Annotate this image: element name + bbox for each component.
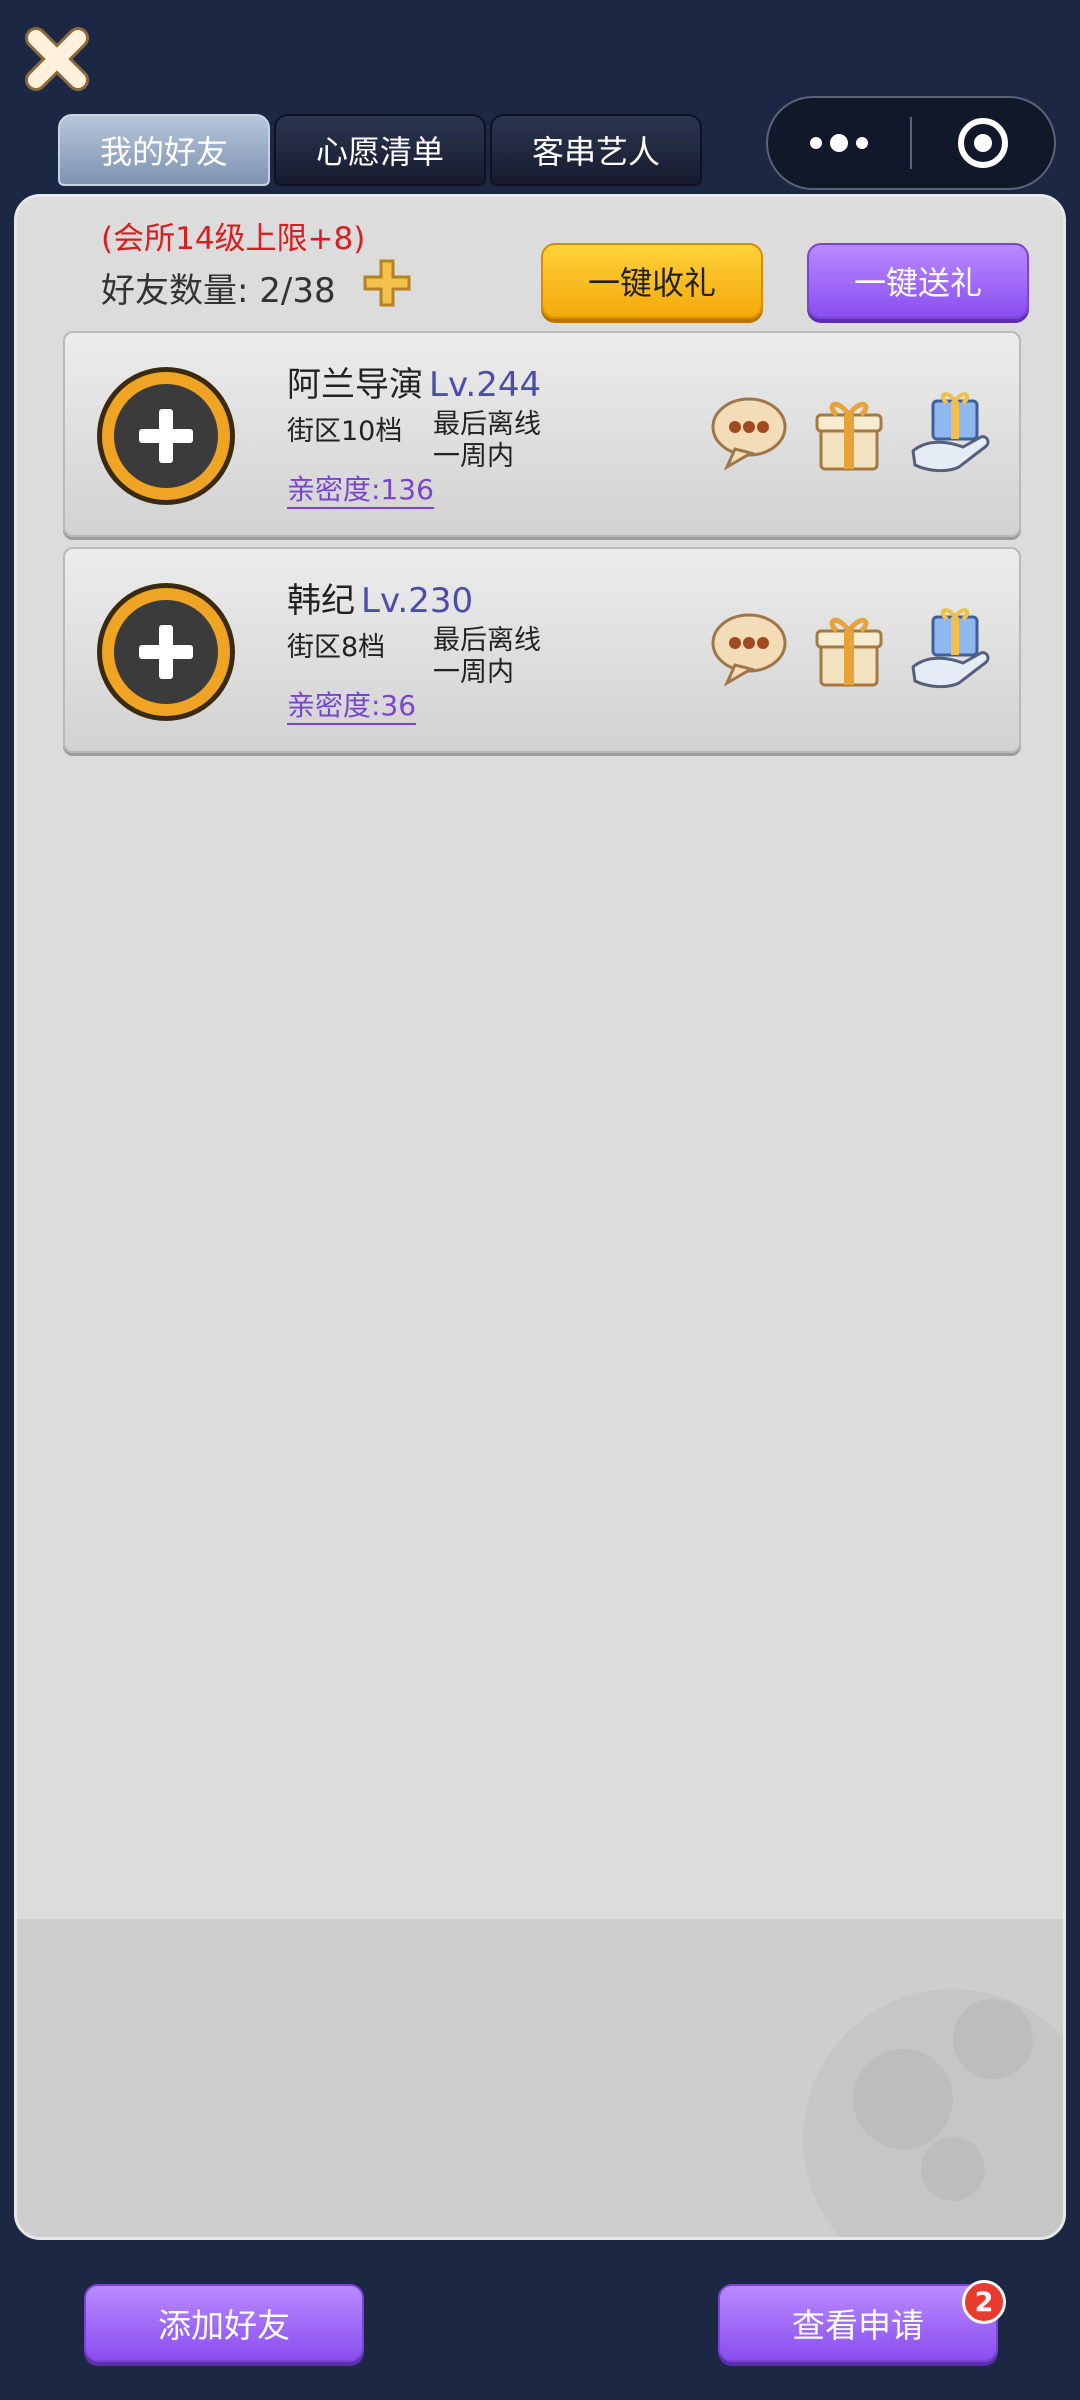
send-gift-button[interactable] — [907, 607, 991, 691]
plus-icon — [363, 259, 411, 307]
friend-intimacy[interactable]: 亲密度:36 — [287, 689, 417, 725]
last-offline-label: 最后离线 — [433, 625, 541, 656]
friend-name: 阿兰导演 — [287, 365, 423, 405]
send-all-gifts-button[interactable]: 一键送礼 — [807, 243, 1029, 319]
gift-box-icon — [815, 617, 883, 687]
gift-button[interactable] — [807, 391, 891, 475]
friend-card: 阿兰导演 Lv.244 街区10档 最后离线 一周内 亲密度:136 — [63, 331, 1021, 537]
friend-district: 街区10档 — [287, 416, 403, 447]
more-dots-icon — [810, 134, 868, 152]
friends-panel: (会所14级上限+8) 好友数量: 2/38 一键收礼 一键送礼 阿兰导演 Lv.… — [14, 194, 1066, 2240]
hand-gift-icon — [911, 392, 990, 473]
gift-button[interactable] — [807, 607, 891, 691]
club-level-limit-note: (会所14级上限+8) — [101, 221, 366, 257]
friend-count: 好友数量: 2/38 — [101, 271, 336, 311]
friend-avatar-button[interactable] — [95, 365, 237, 507]
more-menu-button[interactable] — [768, 98, 910, 188]
close-icon — [25, 27, 89, 91]
friend-avatar-button[interactable] — [95, 581, 237, 723]
exit-mini-program-button[interactable] — [912, 98, 1054, 188]
mini-program-capsule — [766, 96, 1056, 190]
last-offline-value: 一周内 — [433, 657, 514, 688]
plus-avatar-icon — [97, 583, 235, 721]
close-button[interactable] — [22, 24, 92, 94]
friend-name-row: 阿兰导演 Lv.244 — [287, 357, 541, 406]
gift-box-icon — [815, 401, 883, 471]
friend-name: 韩纪 — [287, 581, 355, 621]
friend-district: 街区8档 — [287, 632, 386, 663]
receive-all-gifts-button[interactable]: 一键收礼 — [541, 243, 763, 319]
friend-name-row: 韩纪 Lv.230 — [287, 573, 473, 622]
chat-button[interactable] — [707, 391, 791, 475]
chat-button[interactable] — [707, 607, 791, 691]
last-offline-value: 一周内 — [433, 441, 514, 472]
friend-level: Lv.230 — [361, 581, 474, 621]
tab-my-friends[interactable]: 我的好友 — [58, 114, 270, 186]
tab-guest-artists[interactable]: 客串艺人 — [490, 114, 702, 186]
target-icon — [958, 118, 1008, 168]
panel-decor-area — [17, 1919, 1063, 2237]
plus-avatar-icon — [97, 367, 235, 505]
chat-bubble-icon — [711, 613, 787, 687]
friend-last-offline: 最后离线 一周内 — [433, 625, 541, 689]
decorative-watermark — [803, 1989, 1063, 2237]
view-requests-button[interactable]: 查看申请 — [718, 2284, 998, 2362]
add-friend-button[interactable]: 添加好友 — [84, 2284, 364, 2362]
friend-card: 韩纪 Lv.230 街区8档 最后离线 一周内 亲密度:36 — [63, 547, 1021, 753]
expand-friend-limit-button[interactable] — [361, 257, 413, 309]
chat-bubble-icon — [711, 397, 787, 471]
friend-intimacy[interactable]: 亲密度:136 — [287, 473, 434, 509]
friend-level: Lv.244 — [429, 365, 542, 405]
send-gift-button[interactable] — [907, 391, 991, 475]
last-offline-label: 最后离线 — [433, 409, 541, 440]
tab-wishlist[interactable]: 心愿清单 — [274, 114, 486, 186]
friend-last-offline: 最后离线 一周内 — [433, 409, 541, 473]
hand-gift-icon — [911, 608, 990, 689]
requests-count-badge: 2 — [962, 2280, 1006, 2324]
tab-bar: 我的好友 心愿清单 客串艺人 — [58, 114, 702, 186]
